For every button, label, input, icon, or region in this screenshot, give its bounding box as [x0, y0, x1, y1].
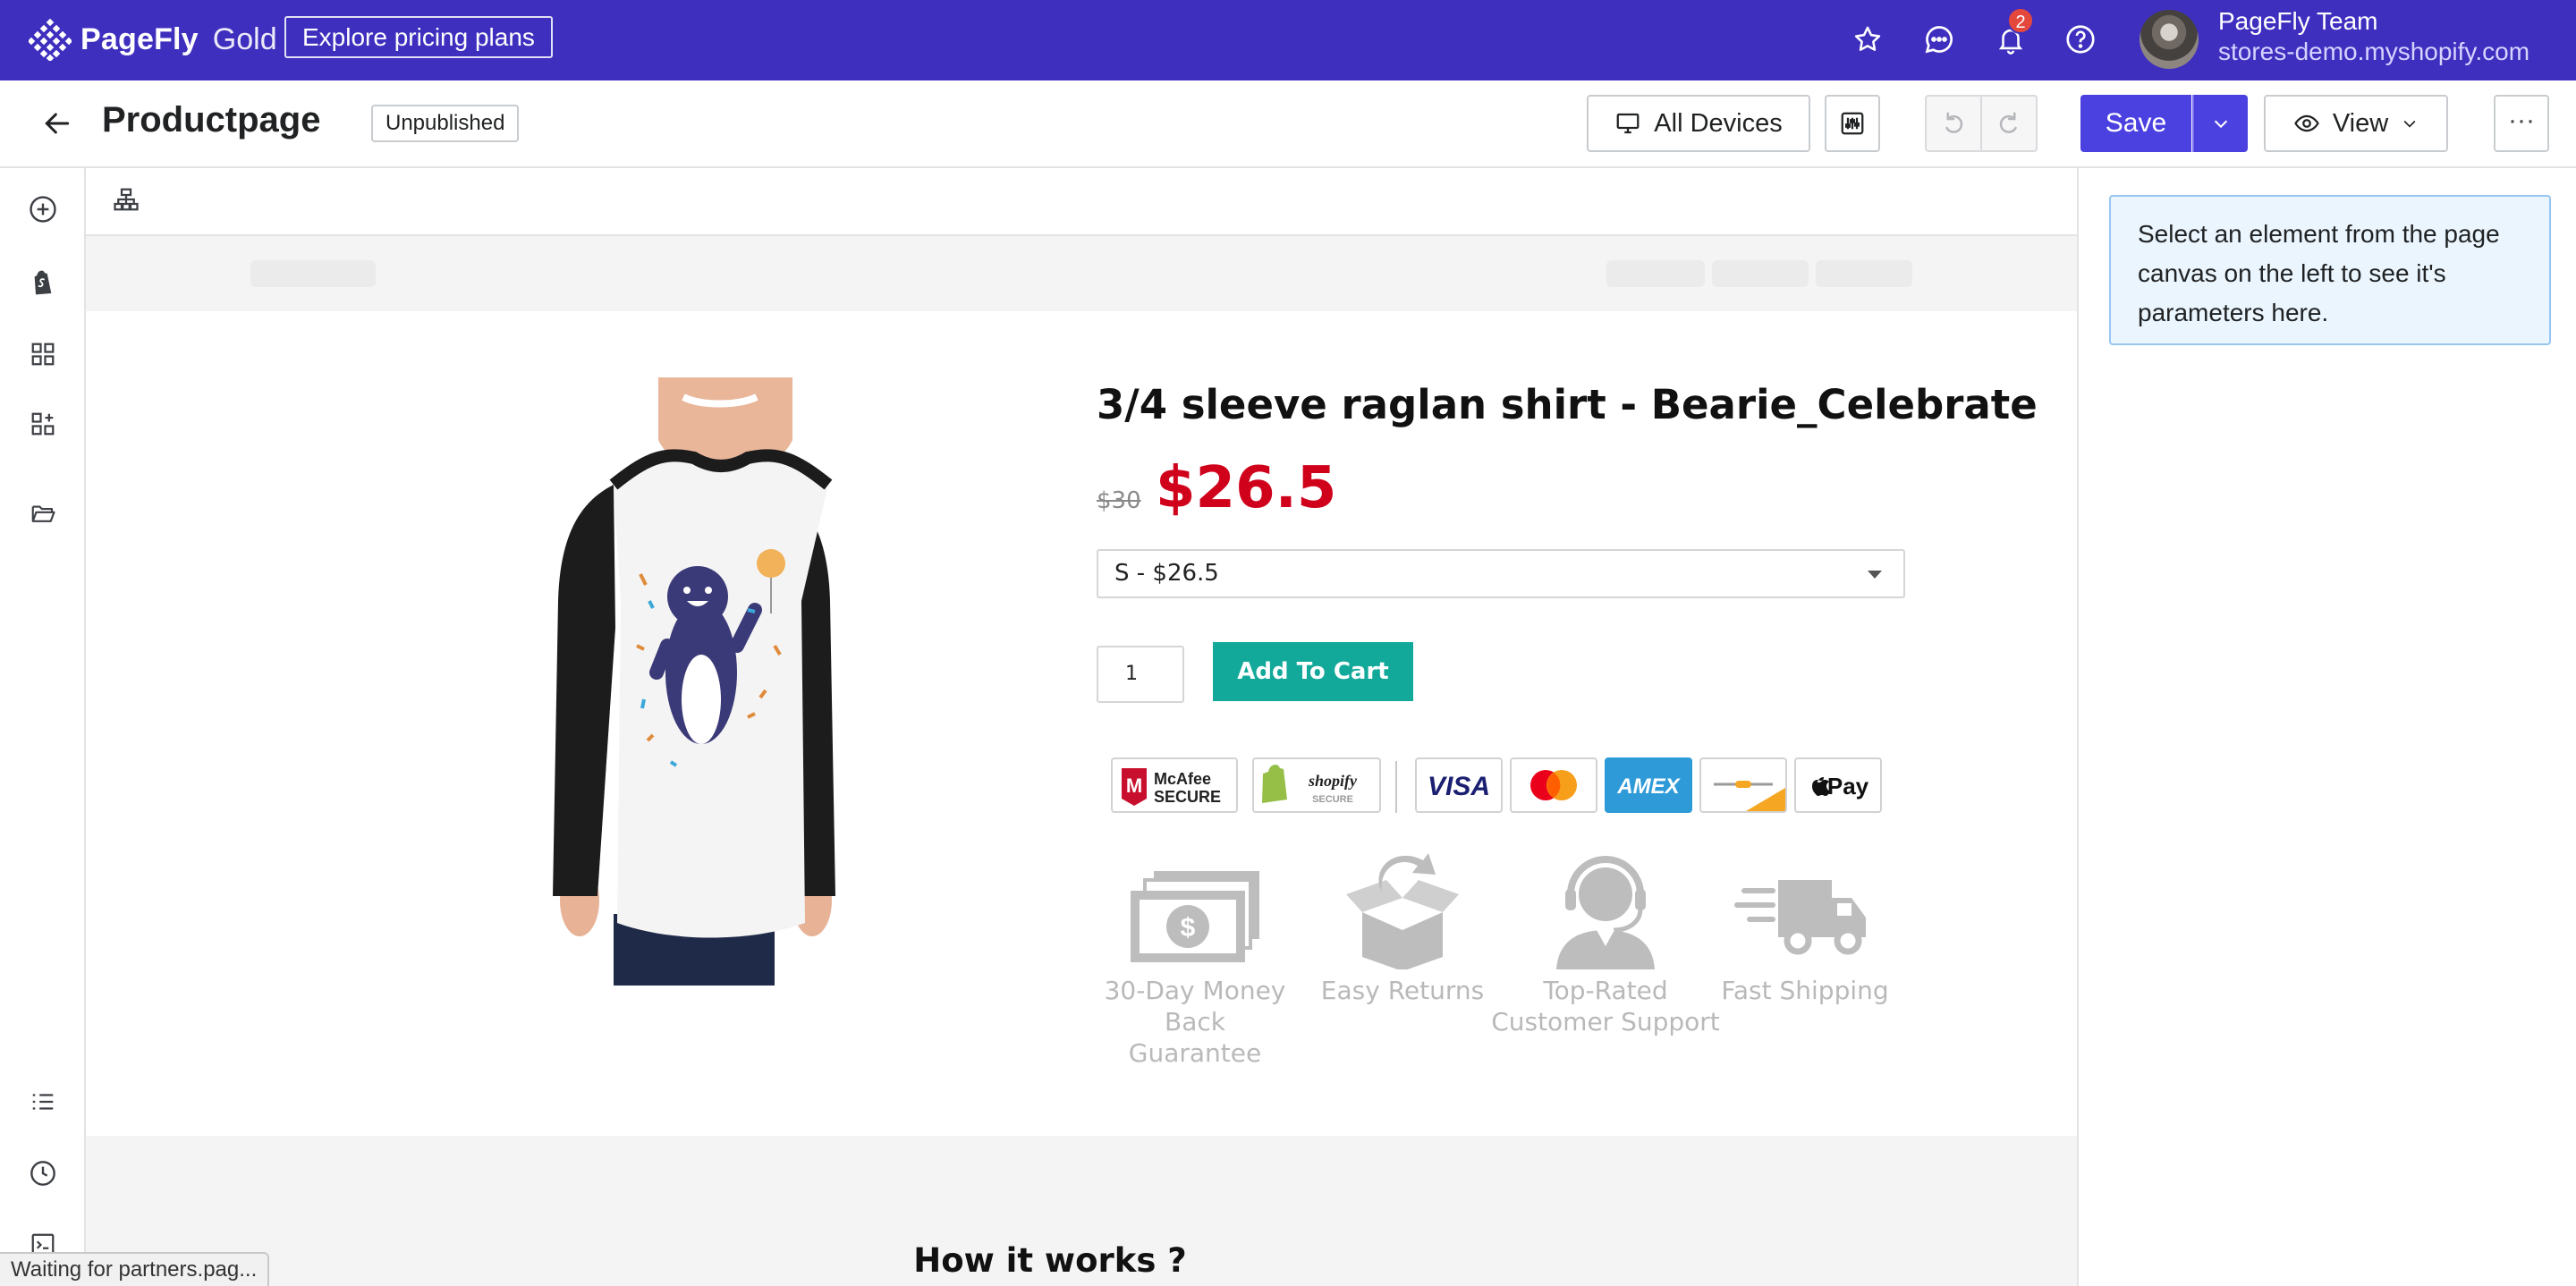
feature-label: 30-Day Money [1104, 976, 1286, 1005]
feature-fast-shipping: Fast Shipping [1716, 853, 1894, 1006]
feature-easy-returns: Easy Returns [1313, 853, 1492, 1006]
skeleton-bar [1606, 260, 1705, 287]
svg-text:$: $ [1181, 913, 1196, 943]
history-clock-icon[interactable] [25, 1155, 61, 1191]
history-controls [1925, 95, 2038, 152]
outline-list-icon[interactable] [25, 1084, 61, 1120]
save-button[interactable]: Save [2080, 95, 2191, 152]
skeleton-bar [1816, 260, 1912, 287]
device-selector[interactable]: All Devices [1587, 95, 1810, 152]
notification-count-badge: 2 [2007, 7, 2034, 34]
quantity-input[interactable]: 1 [1097, 646, 1184, 703]
svg-text:SECURE: SECURE [1312, 794, 1353, 805]
user-avatar[interactable] [2140, 10, 2199, 69]
svg-text:AMEX: AMEX [1616, 774, 1681, 799]
desktop-icon [1616, 113, 1640, 134]
headset-support-icon [1556, 856, 1655, 969]
compare-at-price: $30 [1097, 487, 1141, 514]
product-price: $26.5 [1156, 455, 1337, 521]
apple-pay-icon: Pay [1794, 757, 1882, 813]
dropdown-caret-icon [1868, 571, 1882, 579]
mastercard-icon [1510, 757, 1597, 813]
skeleton-bar [1712, 260, 1809, 287]
eye-icon [2294, 114, 2319, 132]
sliders-icon [1841, 112, 1864, 135]
view-button-label: View [2332, 108, 2389, 138]
top-bar: PageFly Gold Explore pricing plans 2 Pag… [0, 0, 2576, 80]
inspector-panel: Select an element from the page canvas o… [2077, 168, 2576, 1286]
add-to-cart-button[interactable]: Add To Cart [1213, 642, 1413, 701]
star-icon[interactable] [1848, 20, 1887, 59]
feature-money-back: $ 30-Day Money Back Guarantee [1100, 853, 1290, 1069]
delivery-truck-icon [1734, 880, 1866, 955]
add-section-icon[interactable] [25, 406, 61, 442]
visa-icon: VISA [1415, 757, 1503, 813]
redo-icon[interactable] [1982, 97, 2036, 150]
variant-select-value: S - $26.5 [1114, 560, 1219, 587]
svg-text:VISA: VISA [1428, 772, 1490, 801]
chevron-down-icon [2403, 120, 2416, 128]
explore-pricing-button[interactable]: Explore pricing plans [284, 16, 553, 58]
save-options-dropdown[interactable] [2192, 95, 2248, 152]
feature-label: Fast Shipping [1721, 976, 1889, 1005]
return-box-icon [1346, 853, 1459, 969]
pagefly-logo-icon [29, 18, 72, 61]
product-image[interactable] [479, 377, 909, 986]
chat-icon[interactable] [1919, 20, 1959, 59]
publish-status-badge: Unpublished [371, 105, 520, 142]
badge-divider [1395, 761, 1397, 813]
how-it-works-heading[interactable]: How it works ? [86, 1241, 2077, 1280]
product-title[interactable]: 3/4 sleeve raglan shirt - Bearie_Celebra… [1097, 381, 2038, 428]
back-arrow-icon[interactable] [39, 106, 75, 141]
add-element-icon[interactable] [25, 191, 61, 227]
browser-status-bar: Waiting for partners.pag... [0, 1252, 270, 1286]
pagefly-logo[interactable]: PageFly Gold [29, 18, 277, 61]
feature-label: Customer Support [1491, 1007, 1720, 1036]
feature-label: Top-Rated [1543, 976, 1668, 1005]
plan-name: Gold [212, 21, 277, 56]
loading-header-placeholder [86, 236, 2077, 311]
page-title: Productpage [102, 100, 321, 140]
svg-text:SECURE: SECURE [1154, 788, 1221, 806]
chevron-down-icon [2214, 120, 2228, 129]
variant-select[interactable]: S - $26.5 [1097, 549, 1905, 598]
page-settings-button[interactable] [1825, 95, 1880, 152]
undo-icon[interactable] [1927, 97, 1982, 150]
svg-text:McAfee: McAfee [1154, 770, 1211, 788]
skeleton-bar [250, 260, 376, 287]
brand-name: PageFly [80, 21, 199, 56]
grid-layout-icon[interactable] [25, 336, 61, 372]
svg-text:shopify: shopify [1308, 772, 1358, 790]
canvas-toolbar [86, 168, 2077, 236]
shopify-secure-badge: shopify SECURE [1252, 757, 1381, 813]
view-button[interactable]: View [2264, 95, 2448, 152]
credit-card-icon [1699, 757, 1787, 813]
account-name[interactable]: PageFly Team [2218, 7, 2377, 36]
svg-text:M: M [1126, 774, 1142, 797]
editor-header: Productpage Unpublished All Devices Save… [0, 80, 2576, 168]
amex-icon: AMEX [1605, 757, 1692, 813]
feature-label: Back Guarantee [1128, 1007, 1262, 1068]
shopify-icon[interactable] [25, 265, 61, 300]
account-store-domain[interactable]: stores-demo.myshopify.com [2218, 38, 2529, 66]
help-icon[interactable] [2061, 20, 2100, 59]
inspector-empty-message: Select an element from the page canvas o… [2109, 195, 2551, 345]
money-stack-icon: $ [1131, 871, 1259, 962]
sitemap-icon[interactable] [113, 186, 140, 217]
folder-icon[interactable] [25, 495, 61, 531]
svg-text:Pay: Pay [1827, 773, 1869, 800]
device-selector-label: All Devices [1654, 108, 1783, 138]
mcafee-secure-badge: M McAfee SECURE [1111, 757, 1238, 813]
more-actions-button[interactable]: ··· [2494, 95, 2549, 152]
feature-label: Easy Returns [1320, 976, 1485, 1005]
page-canvas[interactable]: 3/4 sleeve raglan shirt - Bearie_Celebra… [86, 236, 2077, 1286]
left-sidebar [0, 168, 86, 1286]
feature-customer-support: Top-Rated Customer Support [1488, 853, 1723, 1037]
